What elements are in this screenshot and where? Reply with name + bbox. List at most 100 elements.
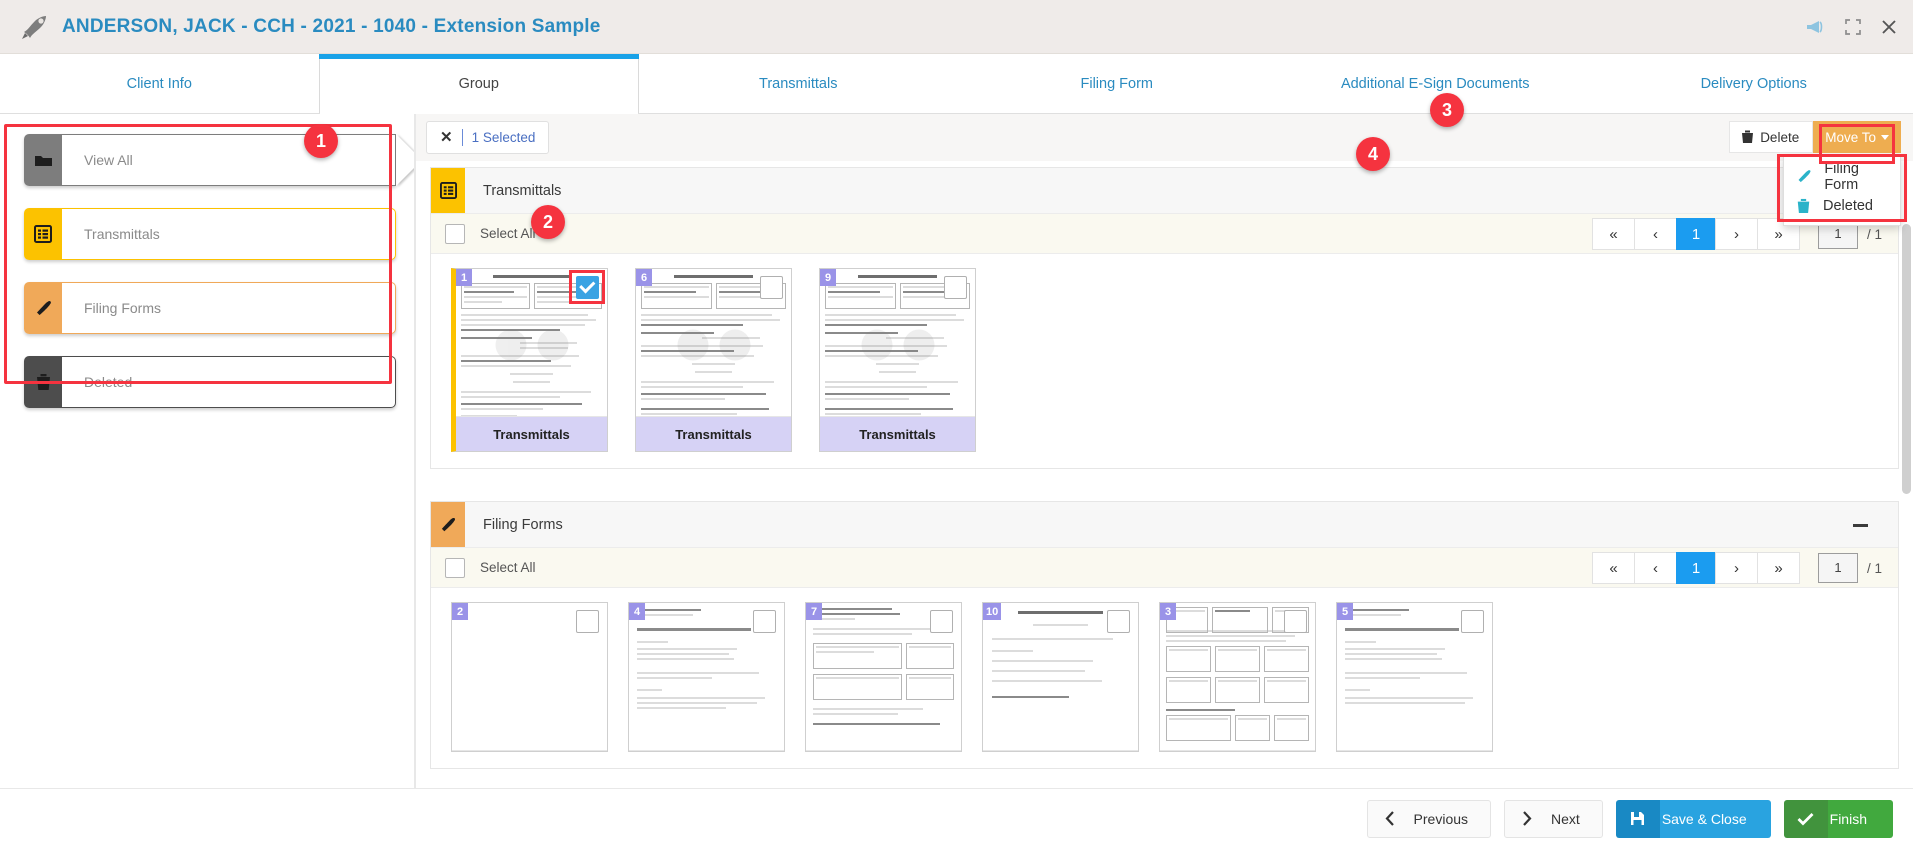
- thumbnail-checkbox[interactable]: [930, 610, 953, 633]
- sidebar-item-label: Filing Forms: [62, 282, 396, 334]
- document-thumbnail[interactable]: 6 Transmittals: [635, 268, 792, 452]
- selection-toolbar: ✕ 1 Selected Delete Move To Filing Form …: [416, 114, 1913, 226]
- page-last-button[interactable]: »: [1756, 552, 1800, 584]
- finish-button-label: Finish: [1827, 799, 1893, 838]
- groups-scroll-area: Transmittals Select All « ‹ 1 › » 1 / 1: [416, 161, 1913, 848]
- page-badge: 9: [820, 269, 836, 286]
- next-button[interactable]: Next: [1504, 799, 1603, 838]
- tab-label: Filing Form: [1080, 75, 1153, 92]
- pen-nib-icon: [431, 502, 465, 547]
- select-all-row: Select All « ‹ 1 › » 1 / 1: [431, 548, 1898, 588]
- save-icon: [1615, 799, 1660, 838]
- pen-nib-icon: [24, 282, 62, 334]
- page-next-button[interactable]: ›: [1714, 218, 1758, 250]
- clear-selection-icon[interactable]: ✕: [440, 130, 453, 145]
- page-prev-button[interactable]: ‹: [1633, 552, 1677, 584]
- sidebar-item-label: View All: [62, 134, 396, 186]
- thumbnail-strip: 1 Transmittals 6 Transmittals 9 Transmit…: [431, 254, 1898, 468]
- folder-icon: [24, 134, 62, 186]
- sidebar-list: View All Transmittals Filing Forms Delet…: [10, 128, 423, 408]
- sidebar-item-deleted[interactable]: Deleted: [24, 356, 396, 408]
- sidebar-item-view-all[interactable]: View All: [24, 133, 423, 187]
- tab-client-info[interactable]: Client Info: [0, 54, 319, 113]
- page-next-button[interactable]: ›: [1714, 552, 1758, 584]
- list-icon: [431, 168, 465, 213]
- document-thumbnail[interactable]: 3: [1159, 602, 1316, 752]
- tab-bar: Client Info Group Transmittals Filing Fo…: [0, 54, 1913, 114]
- trash-icon: [24, 356, 62, 408]
- close-icon[interactable]: [1881, 19, 1897, 35]
- thumbnail-caption: Transmittals: [820, 417, 975, 451]
- document-thumbnail[interactable]: 1 Transmittals: [451, 268, 608, 452]
- select-all-checkbox[interactable]: [445, 557, 465, 578]
- page-badge: 1: [456, 269, 472, 286]
- check-icon: [1783, 799, 1828, 838]
- chevron-left-icon: [1368, 801, 1412, 837]
- pen-nib-icon: [1798, 170, 1811, 183]
- menu-item-filing-form[interactable]: Filing Form: [1784, 161, 1900, 193]
- group-card-filing-forms: Filing Forms Select All « ‹ 1 › » 1 / 1: [430, 501, 1899, 769]
- thumbnail-checkbox[interactable]: [753, 610, 776, 633]
- page-badge: 4: [629, 603, 645, 620]
- documents-panel: ✕ 1 Selected Delete Move To Filing Form …: [414, 114, 1913, 848]
- select-all-row: Select All « ‹ 1 › » 1 / 1: [431, 214, 1898, 254]
- page-badge: 10: [983, 603, 1002, 620]
- document-thumbnail[interactable]: 4: [628, 602, 785, 752]
- bulk-actions: Delete Move To: [1729, 121, 1901, 164]
- document-thumbnail[interactable]: 5: [1336, 602, 1493, 752]
- page-first-button[interactable]: «: [1591, 218, 1635, 250]
- chevron-right-icon: [1505, 801, 1549, 837]
- selected-count-label: 1 Selected: [471, 130, 536, 145]
- thumbnail-checkbox[interactable]: [760, 276, 783, 299]
- thumbnail-checkbox[interactable]: [576, 610, 599, 633]
- tab-group[interactable]: Group: [318, 54, 639, 114]
- window-controls: [1806, 0, 1897, 54]
- thumbnail-checkbox[interactable]: [1461, 610, 1484, 633]
- tab-delivery-options[interactable]: Delivery Options: [1595, 54, 1913, 113]
- previous-button[interactable]: Previous: [1366, 799, 1492, 838]
- save-and-close-button-label: Save & Close: [1659, 799, 1771, 838]
- select-all-checkbox[interactable]: [445, 223, 465, 244]
- move-to-button[interactable]: Move To: [1813, 121, 1901, 153]
- page-number-button[interactable]: 1: [1675, 552, 1716, 584]
- wizard-footer: Previous Next Save & Close Finish: [0, 788, 1913, 848]
- move-to-menu: Filing Form Deleted: [1783, 156, 1901, 226]
- page-badge: 7: [806, 603, 822, 620]
- sidebar-item-label: Transmittals: [62, 208, 396, 260]
- page-input[interactable]: 1: [1817, 553, 1858, 583]
- group-header: Transmittals: [431, 168, 1898, 214]
- tab-filing-form[interactable]: Filing Form: [958, 54, 1277, 113]
- page-badge: 3: [1160, 603, 1176, 620]
- delete-button-label: Delete: [1760, 129, 1800, 145]
- page-prev-button[interactable]: ‹: [1633, 218, 1677, 250]
- delete-button[interactable]: Delete: [1729, 121, 1814, 153]
- announcement-icon[interactable]: [1806, 19, 1825, 35]
- vertical-scrollbar[interactable]: [1902, 224, 1911, 494]
- document-thumbnail[interactable]: 10: [982, 602, 1139, 752]
- step-badge-1: 1: [304, 124, 338, 158]
- tab-label: Transmittals: [759, 75, 838, 92]
- save-and-close-button[interactable]: Save & Close: [1615, 799, 1771, 838]
- collapse-group-button[interactable]: [1853, 502, 1868, 548]
- tab-label: Delivery Options: [1700, 75, 1807, 92]
- fullscreen-icon[interactable]: [1845, 19, 1861, 35]
- document-thumbnail[interactable]: 7: [805, 602, 962, 752]
- page-first-button[interactable]: «: [1591, 552, 1635, 584]
- thumbnail-caption: Transmittals: [636, 417, 791, 451]
- thumbnail-checkbox[interactable]: [1284, 610, 1307, 633]
- page-badge: 5: [1337, 603, 1353, 620]
- page-number-button[interactable]: 1: [1675, 218, 1716, 250]
- thumbnail-checkbox[interactable]: [944, 276, 967, 299]
- document-thumbnail[interactable]: 2: [451, 602, 608, 752]
- menu-item-deleted[interactable]: Deleted: [1784, 191, 1900, 220]
- tab-transmittals[interactable]: Transmittals: [639, 54, 958, 113]
- thumbnail-checkbox[interactable]: [1107, 610, 1130, 633]
- thumbnail-checkbox[interactable]: [576, 276, 599, 299]
- document-thumbnail[interactable]: 9 Transmittals: [819, 268, 976, 452]
- sidebar-item-filing-forms[interactable]: Filing Forms: [24, 282, 396, 334]
- tab-label: Group: [458, 75, 499, 92]
- sidebar-item-transmittals[interactable]: Transmittals: [24, 208, 396, 260]
- selection-chip[interactable]: ✕ 1 Selected: [426, 121, 550, 154]
- tab-label: Additional E-Sign Documents: [1340, 75, 1530, 92]
- finish-button[interactable]: Finish: [1783, 799, 1893, 838]
